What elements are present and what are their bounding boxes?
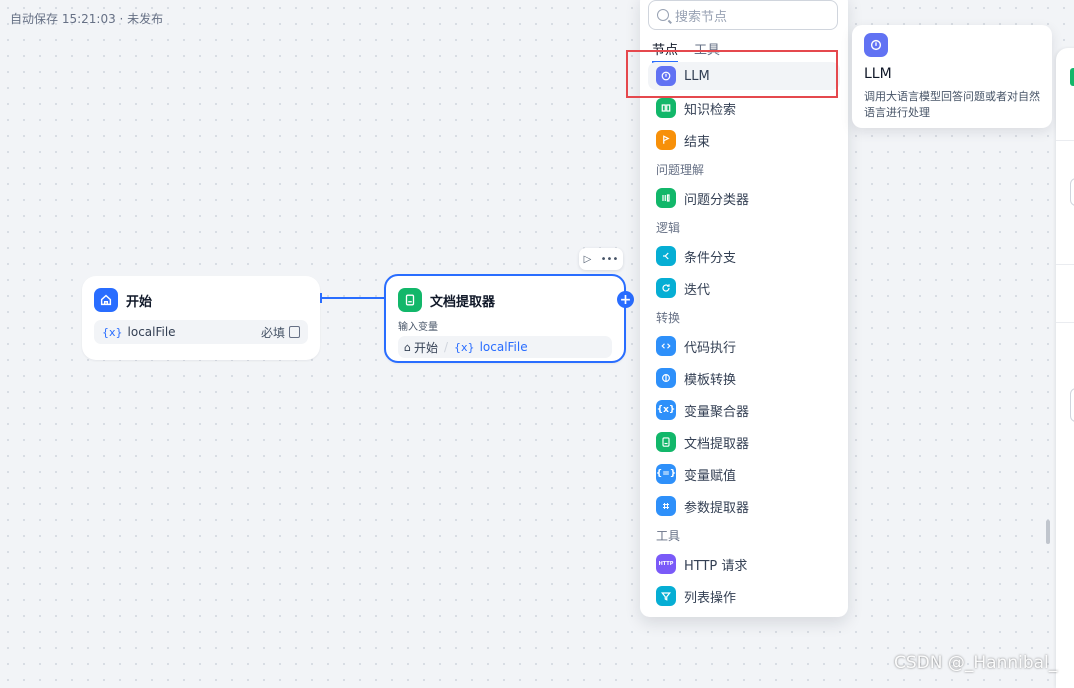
node-item-question-classifier[interactable]: 问题分类器: [648, 184, 840, 212]
node-item-code[interactable]: 代码执行: [648, 332, 840, 360]
panel-field[interactable]: [1070, 178, 1074, 206]
node-tooltip: LLM 调用大语言模型回答问题或者对自然语言进行处理: [852, 25, 1052, 128]
node-item-parameter-extractor[interactable]: 参数提取器: [648, 492, 840, 520]
connection-edge[interactable]: [320, 297, 386, 299]
section-transform: 转换: [656, 311, 681, 325]
variable-name: localFile: [127, 325, 176, 339]
search-icon: [657, 9, 669, 21]
variable-icon: {x}: [102, 325, 123, 339]
search-input[interactable]: 搜索节点: [648, 0, 838, 30]
doc-extractor-node[interactable]: 文档提取器 输入变量 ⌂ 开始 / {x} localFile: [384, 274, 626, 363]
node-item-knowledge-retrieval[interactable]: 知识检索: [648, 94, 840, 122]
required-label: 必填: [260, 325, 285, 340]
panel-node-icon: [1070, 68, 1074, 86]
node-item-variable-assigner[interactable]: {=} 变量赋值: [648, 460, 840, 488]
search-placeholder: 搜索节点: [675, 9, 728, 25]
add-node-plus-icon[interactable]: +: [617, 291, 634, 308]
section-question-understanding: 问题理解: [656, 163, 705, 177]
node-item-iteration[interactable]: 迭代: [648, 274, 840, 302]
node-item-template[interactable]: 模板转换: [648, 364, 840, 392]
node-toolbar: ▷ •••: [579, 248, 623, 270]
tooltip-description: 调用大语言模型回答问题或者对自然语言进行处理: [864, 90, 1040, 119]
home-icon: [94, 288, 118, 312]
panel-field[interactable]: [1070, 388, 1074, 422]
classifier-icon: [656, 188, 676, 208]
variable-icon: {x}: [454, 340, 475, 354]
node-item-doc-extractor[interactable]: 文档提取器: [648, 428, 840, 456]
right-panel: [1056, 48, 1074, 688]
source-node-name: 开始: [413, 340, 438, 355]
template-icon: [656, 368, 676, 388]
grid-icon: [656, 496, 676, 516]
filter-icon: [656, 586, 676, 606]
start-node-title: 开始: [126, 294, 153, 310]
tooltip-title: LLM: [864, 66, 892, 82]
code-icon: [656, 336, 676, 356]
more-icon[interactable]: •••: [601, 254, 619, 265]
document-icon: [398, 288, 422, 312]
node-item-list-operator[interactable]: 列表操作: [648, 582, 840, 610]
highlight-box: [626, 50, 838, 98]
loop-icon: [656, 278, 676, 298]
assign-icon: {=}: [656, 464, 676, 484]
section-logic: 逻辑: [656, 221, 681, 235]
http-icon: HTTP: [656, 554, 676, 574]
start-node[interactable]: 开始 {x} localFile 必填: [82, 276, 320, 360]
node-item-if-else[interactable]: 条件分支: [648, 242, 840, 270]
start-variable-row: {x} localFile 必填: [94, 320, 308, 344]
autosave-status: 自动保存 15:21:03 · 未发布: [10, 12, 164, 26]
scrollbar[interactable]: [1046, 520, 1050, 544]
branch-icon: [656, 246, 676, 266]
doc-node-title: 文档提取器: [430, 294, 496, 310]
node-item-http-request[interactable]: HTTP HTTP 请求: [648, 550, 840, 578]
watermark: CSDN @_Hannibal_: [894, 653, 1058, 673]
variable-icon: {x}: [656, 400, 676, 420]
flag-icon: [656, 130, 676, 150]
book-icon: [656, 98, 676, 118]
file-icon: [289, 326, 300, 338]
play-icon[interactable]: ▷: [584, 254, 592, 265]
variable-name: localFile: [479, 340, 528, 354]
section-tools: 工具: [656, 529, 681, 543]
input-variable-label: 输入变量: [398, 322, 438, 333]
home-icon: ⌂: [404, 340, 411, 354]
llm-icon: [864, 33, 888, 57]
node-item-variable-aggregator[interactable]: {x} 变量聚合器: [648, 396, 840, 424]
node-item-end[interactable]: 结束: [648, 126, 840, 154]
input-variable-row: ⌂ 开始 / {x} localFile: [398, 336, 612, 358]
document-icon: [656, 432, 676, 452]
